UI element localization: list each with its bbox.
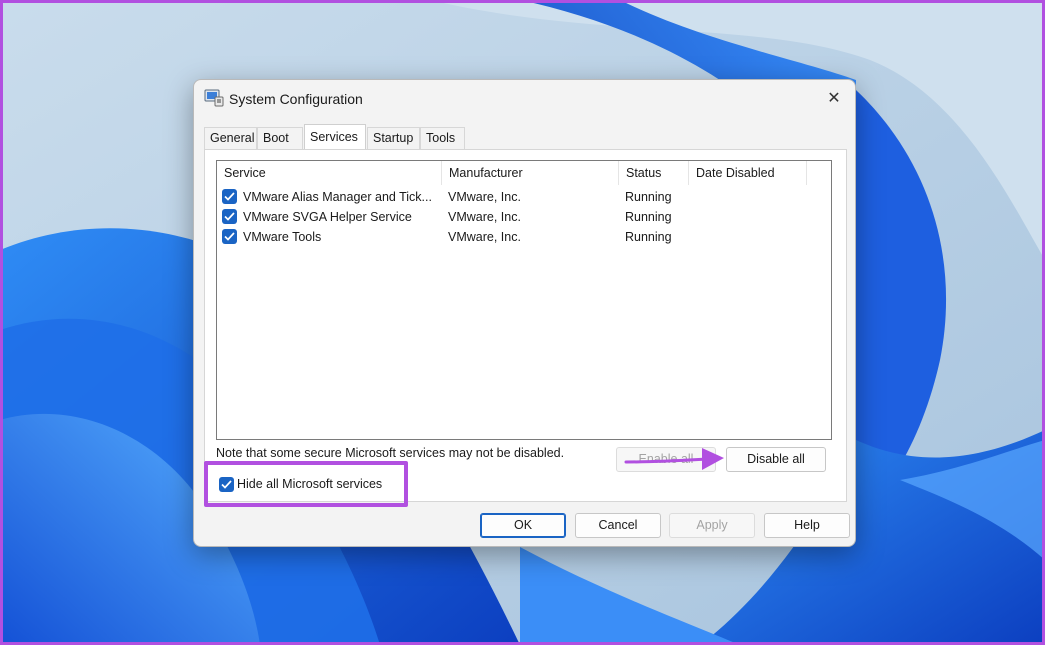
help-button[interactable]: Help	[764, 513, 850, 538]
service-name: VMware Alias Manager and Tick...	[243, 190, 432, 204]
column-header-status[interactable]: Status	[619, 161, 689, 185]
tab-services[interactable]: Services	[304, 124, 366, 149]
service-status: Running	[625, 230, 672, 244]
arrow-annotation-icon	[624, 448, 724, 470]
column-header-date-disabled[interactable]: Date Disabled	[689, 161, 807, 185]
checkmark-icon	[224, 212, 235, 221]
tab-boot[interactable]: Boot	[257, 127, 303, 149]
service-checkbox[interactable]	[222, 229, 237, 244]
cancel-button[interactable]: Cancel	[575, 513, 661, 538]
service-name: VMware Tools	[243, 230, 322, 244]
tab-tools[interactable]: Tools	[420, 127, 465, 149]
column-header-service[interactable]: Service	[217, 161, 442, 185]
service-name: VMware SVGA Helper Service	[243, 210, 412, 224]
close-icon: ✕	[827, 90, 841, 107]
services-list[interactable]: Service Manufacturer Status Date Disable…	[216, 160, 832, 440]
service-checkbox[interactable]	[222, 209, 237, 224]
msconfig-icon	[204, 89, 224, 107]
table-row[interactable]: VMware Alias Manager and Tick... VMware,…	[217, 187, 831, 207]
checkmark-icon	[224, 232, 235, 241]
service-status: Running	[625, 210, 672, 224]
checkmark-icon	[224, 192, 235, 201]
service-checkbox[interactable]	[222, 189, 237, 204]
service-manufacturer: VMware, Inc.	[448, 230, 521, 244]
close-button[interactable]: ✕	[821, 86, 847, 110]
ok-button[interactable]: OK	[480, 513, 566, 538]
services-panel: Service Manufacturer Status Date Disable…	[204, 149, 847, 502]
table-row[interactable]: VMware Tools VMware, Inc. Running	[217, 227, 831, 247]
column-header-manufacturer[interactable]: Manufacturer	[442, 161, 619, 185]
title-bar[interactable]: System Configuration ✕	[194, 80, 855, 118]
service-manufacturer: VMware, Inc.	[448, 210, 521, 224]
table-row[interactable]: VMware SVGA Helper Service VMware, Inc. …	[217, 207, 831, 227]
service-manufacturer: VMware, Inc.	[448, 190, 521, 204]
list-header: Service Manufacturer Status Date Disable…	[217, 161, 831, 185]
tab-general[interactable]: General	[204, 127, 257, 149]
tab-startup[interactable]: Startup	[367, 127, 420, 149]
apply-button[interactable]: Apply	[669, 513, 755, 538]
service-status: Running	[625, 190, 672, 204]
disable-all-button[interactable]: Disable all	[726, 447, 826, 472]
highlight-box-annotation	[204, 461, 408, 507]
window-title: System Configuration	[229, 91, 363, 107]
secure-services-note: Note that some secure Microsoft services…	[216, 446, 565, 460]
